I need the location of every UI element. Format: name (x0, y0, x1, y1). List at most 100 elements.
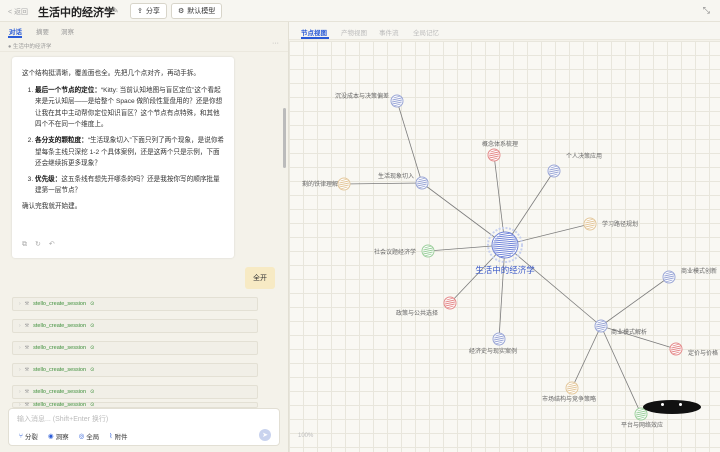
session-name: ● 生活中的经济学 (8, 44, 52, 50)
send-icon: ➤ (262, 432, 268, 439)
node-label: 生活中的经济学 (475, 265, 535, 276)
chevron-right-icon: › (19, 323, 21, 329)
eye-icon: ◉ (47, 433, 54, 440)
tool-call-name: stello_create_session (33, 389, 87, 395)
model-select-button[interactable]: ⚙ 默认模型 (171, 3, 223, 19)
mindmap-node[interactable] (390, 94, 404, 108)
tool-call-name: stello_create_session (33, 323, 87, 329)
tool-call-row[interactable]: › ⚒ stello_create_session ⊙ (12, 363, 258, 377)
tool-call-row[interactable]: › ⚒ stello_create_session ⊙ (12, 319, 258, 333)
insight-button[interactable]: ◉ 洞察 (48, 431, 69, 441)
message-input-box[interactable]: 输入消息... (Shift+Enter 换行) ⑂ 分裂 ◉ 洞察 ◎ 全局 ⌇ 附件… (8, 408, 280, 446)
gear-icon: ⚙ (178, 8, 185, 15)
message-confirm: 确认完我就开始建。 (22, 202, 82, 210)
check-icon: ⊙ (90, 345, 95, 351)
tool-call-row[interactable]: › ⚒ stello_create_session ⊙ (12, 385, 258, 399)
input-toolbar: ⑂ 分裂 ◉ 洞察 ◎ 全局 ⌇ 附件 (19, 431, 127, 442)
session-subbar: ● 生活中的经济学 ··· (0, 38, 288, 52)
right-tabs: 节点视图 产物视图 事件流 全局记忆 (289, 22, 720, 40)
tab-insight[interactable]: 洞察 (61, 26, 74, 36)
scrollbar[interactable] (283, 108, 286, 168)
tab-artifact-view[interactable]: 产物视图 (341, 27, 367, 37)
tab-chat[interactable]: 对话 (9, 26, 22, 36)
tab-summary[interactable]: 摘要 (36, 26, 49, 36)
list-item: 各分支的颗粒度：“生活现象切入”下面只列了两个现象，是说你希望每条主线只深挖 1… (35, 135, 224, 170)
mindmap-node[interactable] (583, 217, 597, 231)
tab-global-memory[interactable]: 全局记忆 (413, 27, 439, 37)
edge (600, 325, 642, 415)
wrench-icon: ⚒ (24, 367, 30, 373)
model-label: 默认模型 (187, 8, 216, 15)
collapse-icon[interactable]: ⤡ (703, 5, 710, 16)
mindmap-graph[interactable]: 沉没成本与决策偏差生活现象切入剩的铁律理解 概念体系梳理个人决策应用学习路径规划社… (289, 41, 720, 452)
node-label: 政策与公共选择 (396, 309, 438, 317)
mindmap-node[interactable] (662, 270, 676, 284)
mindmap-node[interactable] (443, 296, 457, 310)
node-label: 剩的铁律理解 (302, 180, 338, 188)
mindmap-node[interactable] (565, 381, 579, 395)
message-input[interactable]: 输入消息... (Shift+Enter 换行) (17, 414, 108, 424)
send-button[interactable]: ➤ (259, 429, 271, 441)
undo-icon[interactable]: ↶ (49, 239, 55, 251)
zoom-level: 100% (298, 433, 314, 439)
node-label: 经济史与现实案例 (469, 347, 517, 355)
chevron-right-icon: › (19, 367, 21, 373)
assistant-message: 这个结构挺清晰，覆盖面也全。先把几个点对齐，再动手拆。 最后一个节点的定位：“K… (12, 57, 234, 258)
mascot-blob[interactable] (643, 400, 701, 414)
left-tabs: 对话 摘要 洞察 (0, 22, 288, 38)
list-item: 优先级：这五条线有想先开哪条的吗？还是我按你写的顺序批量建第一层节点？ (35, 174, 224, 197)
mascot-eye (679, 403, 682, 406)
node-canvas[interactable]: 沉没成本与决策偏差 生活现象切入 剩的铁律理解 概念体系梳理 个人决策应用 学习路径规划社… (289, 41, 720, 452)
edge (498, 244, 506, 340)
mindmap-node[interactable] (547, 164, 561, 178)
tab-node-view[interactable]: 节点视图 (301, 27, 327, 37)
tool-call-name: stello_create_session (33, 301, 87, 307)
check-icon: ⊙ (90, 301, 95, 307)
tab-event-stream[interactable]: 事件流 (379, 27, 399, 37)
check-icon: ⊙ (90, 389, 95, 395)
mindmap-center-node[interactable] (491, 231, 519, 259)
node-label: 沉没成本与决策偏差 (335, 92, 389, 100)
edge (421, 182, 506, 246)
wrench-icon: ⚒ (24, 323, 30, 329)
top-bar: < 返回 生活中的经济学 ✎ ⇪ 分享 ⚙ 默认模型 ⤡ (0, 0, 720, 22)
edge (600, 276, 670, 327)
node-label: 定价与价格 (688, 349, 718, 357)
mindmap-node[interactable] (669, 342, 683, 356)
mindmap-node[interactable] (492, 332, 506, 346)
attach-button[interactable]: ⌇ 附件 (109, 431, 127, 441)
wrench-icon: ⚒ (24, 389, 30, 395)
tool-call-row[interactable]: › ⚒ stello_create_session ⊙ (12, 341, 258, 355)
mindmap-node[interactable] (421, 244, 435, 258)
node-label: 概念体系梳理 (482, 140, 518, 148)
node-label: 生活现象切入 (378, 172, 414, 180)
back-link[interactable]: < 返回 (8, 7, 28, 17)
global-button[interactable]: ◎ 全局 (79, 431, 100, 441)
node-label: 市场结构与竞争策略 (542, 395, 596, 403)
split-button[interactable]: ⑂ 分裂 (19, 431, 38, 442)
paperclip-icon: ⌇ (109, 433, 113, 440)
edge (493, 154, 506, 246)
mascot-eye (661, 403, 664, 406)
share-icon: ⇪ (137, 8, 143, 15)
share-label: 分享 (145, 8, 160, 15)
node-label: 平台与网络效应 (621, 421, 663, 429)
copy-icon[interactable]: ⧉ (22, 239, 27, 251)
refresh-icon[interactable]: ↻ (35, 239, 41, 251)
message-actions: ⧉ ↻ ↶ (22, 239, 55, 251)
expand-all-button[interactable]: 全开 (245, 267, 275, 289)
edit-icon[interactable]: ✎ (112, 6, 119, 15)
mindmap-node[interactable] (337, 177, 351, 191)
more-icon[interactable]: ··· (272, 40, 279, 47)
mindmap-node[interactable] (487, 148, 501, 162)
tool-call-name: stello_create_session (33, 345, 87, 351)
wrench-icon: ⚒ (24, 345, 30, 351)
mindmap-node[interactable] (415, 176, 429, 190)
chevron-right-icon: › (19, 389, 21, 395)
tool-call-row[interactable]: › ⚒ stello_create_session ⊙ (12, 297, 258, 311)
share-button[interactable]: ⇪ 分享 (130, 3, 167, 19)
tool-call-name: stello_create_session (33, 367, 87, 373)
list-item: 最后一个节点的定位：“Kitty: 当前认知地图与盲区定位”这个看起来是元认知层… (35, 85, 224, 131)
check-icon: ⊙ (90, 367, 95, 373)
mindmap-node[interactable] (594, 319, 608, 333)
